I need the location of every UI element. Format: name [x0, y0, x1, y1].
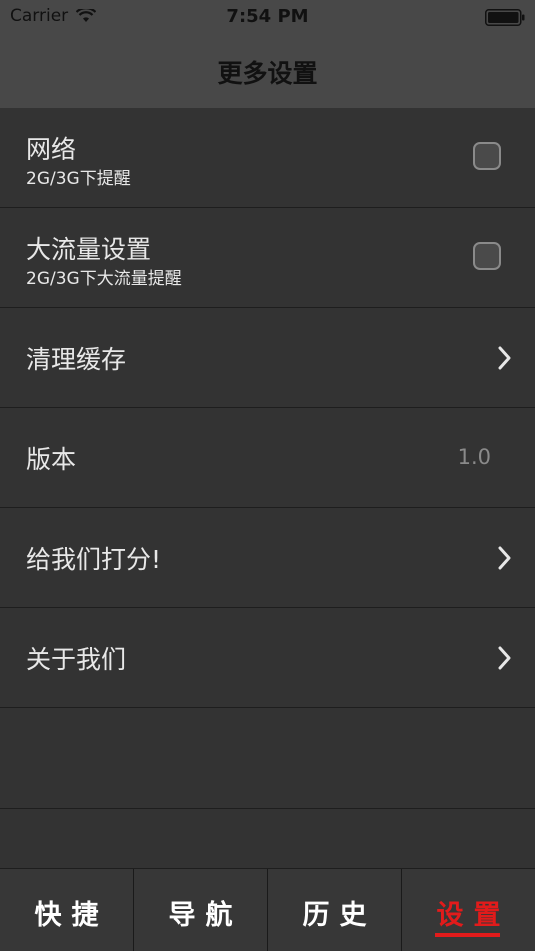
tab-label: 历史 [302, 900, 377, 931]
chevron-right-icon [498, 646, 511, 670]
version-value: 1.0 [457, 445, 491, 469]
chevron-right-icon [498, 346, 511, 370]
setting-row-data-usage[interactable]: 大流量设置 2G/3G下大流量提醒 [0, 208, 535, 308]
page-title: 更多设置 [217, 59, 318, 88]
settings-list: 网络 2G/3G下提醒 大流量设置 2G/3G下大流量提醒 清理缓存 版本 1.… [0, 108, 535, 809]
tab-label: 设置 [436, 900, 511, 931]
navigation-bar: 更多设置 [0, 34, 535, 109]
active-tab-indicator [435, 933, 500, 937]
setting-title: 清理缓存 [26, 345, 127, 374]
setting-title: 给我们打分! [26, 545, 162, 574]
setting-title: 大流量设置 [26, 235, 152, 264]
data-usage-checkbox[interactable] [473, 242, 501, 270]
tab-shortcuts[interactable]: 快捷 [0, 869, 134, 951]
battery-icon [485, 9, 525, 26]
tab-label: 导航 [168, 900, 243, 931]
setting-row-network[interactable]: 网络 2G/3G下提醒 [0, 108, 535, 208]
setting-row-rate-us[interactable]: 给我们打分! [0, 508, 535, 608]
network-checkbox[interactable] [473, 142, 501, 170]
setting-title: 关于我们 [26, 645, 127, 674]
tab-settings[interactable]: 设置 [402, 869, 535, 951]
tab-label: 快捷 [34, 900, 109, 931]
setting-title: 版本 [26, 445, 77, 474]
tab-navigation[interactable]: 导航 [134, 869, 268, 951]
setting-row-about[interactable]: 关于我们 [0, 608, 535, 708]
status-time: 7:54 PM [226, 6, 309, 27]
tab-history[interactable]: 历史 [268, 869, 402, 951]
setting-title: 网络 [26, 135, 77, 164]
chevron-right-icon [498, 546, 511, 570]
empty-row [0, 708, 535, 809]
setting-row-version: 版本 1.0 [0, 408, 535, 508]
setting-row-clear-cache[interactable]: 清理缓存 [0, 308, 535, 408]
setting-subtitle: 2G/3G下提醒 [26, 169, 131, 189]
tab-bar: 快捷 导航 历史 设置 [0, 868, 535, 951]
status-bar: Carrier 7:54 PM [0, 0, 535, 34]
setting-subtitle: 2G/3G下大流量提醒 [26, 269, 182, 289]
